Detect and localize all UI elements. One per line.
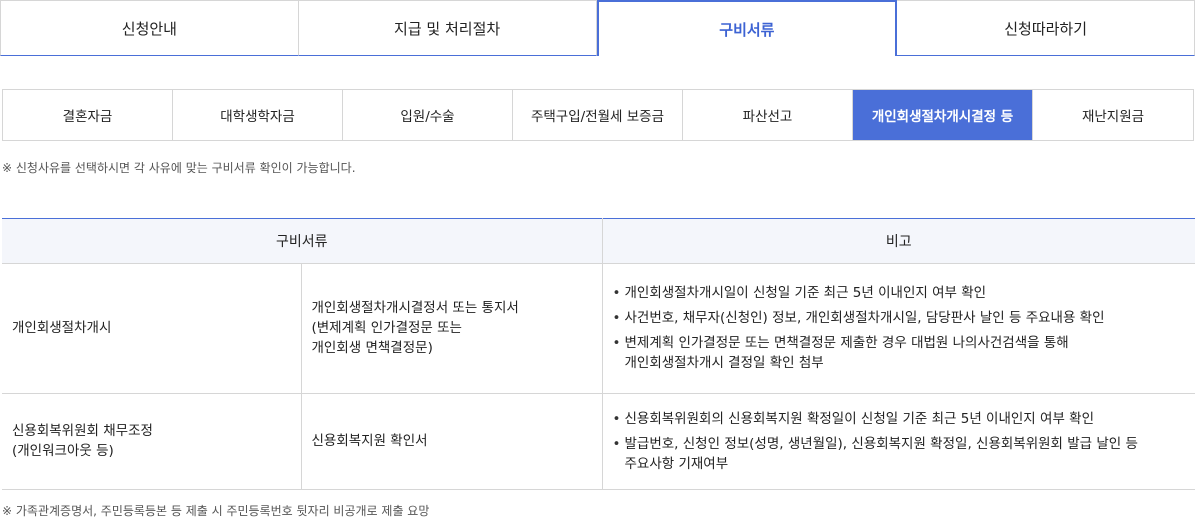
tab-application-guide[interactable]: 신청안내 (0, 0, 299, 56)
note-item: 변제계획 인가결정문 또는 면책결정문 제출한 경우 대법원 나의사건검색을 통… (613, 333, 1192, 373)
reason-tab-disaster[interactable]: 재난지원금 (1033, 90, 1193, 140)
row-document: 개인회생절차개시결정서 또는 통지서 (변제계획 인가결정문 또는 개인회생 면… (301, 263, 603, 394)
row-notes: 신용회복위원회의 신용회복지원 확정일이 신청일 기준 최근 5년 이내인지 여… (602, 393, 1195, 490)
reason-tabs: 결혼자금 대학생학자금 입원/수술 주택구입/전월세 보증금 파산선고 개인회생… (2, 89, 1194, 141)
note-item: 사건번호, 채무자(신청인) 정보, 개인회생절차개시일, 담당판사 날인 등 … (613, 308, 1192, 328)
tab-payment-procedure[interactable]: 지급 및 처리절차 (298, 0, 597, 56)
reason-tab-marriage[interactable]: 결혼자금 (3, 90, 173, 140)
reason-tab-rehabilitation[interactable]: 개인회생절차개시결정 등 (853, 90, 1033, 140)
main-tabs: 신청안내 지급 및 처리절차 구비서류 신청따라하기 (0, 0, 1195, 56)
reason-tab-hospital[interactable]: 입원/수술 (343, 90, 513, 140)
footnote-text: ※ 가족관계증명서, 주민등록등본 등 제출 시 주민등록번호 뒷자리 비공개로… (2, 504, 430, 518)
header-documents: 구비서류 (2, 218, 603, 264)
row-document: 신용회복지원 확인서 (301, 393, 603, 490)
table-row: 신용회복위원회 채무조정 (개인워크아웃 등) 신용회복지원 확인서 신용회복위… (2, 393, 1195, 490)
reason-tab-tuition[interactable]: 대학생학자금 (173, 90, 343, 140)
documents-table-body: 개인회생절차개시 개인회생절차개시결정서 또는 통지서 (변제계획 인가결정문 … (2, 263, 1195, 490)
row-category: 개인회생절차개시 (2, 263, 302, 394)
documents-table: 구비서류 비고 (2, 218, 1195, 264)
row-category: 신용회복위원회 채무조정 (개인워크아웃 등) (2, 393, 302, 490)
row-notes: 개인회생절차개시일이 신청일 기준 최근 5년 이내인지 여부 확인 사건번호,… (602, 263, 1195, 394)
note-item: 발급번호, 신청인 정보(성명, 생년월일), 신용회복지원 확정일, 신용회복… (613, 434, 1192, 474)
reason-tab-housing[interactable]: 주택구입/전월세 보증금 (513, 90, 683, 140)
table-header-row: 구비서류 비고 (2, 218, 1195, 264)
table-row: 개인회생절차개시 개인회생절차개시결정서 또는 통지서 (변제계획 인가결정문 … (2, 263, 1195, 394)
note-item: 신용회복위원회의 신용회복지원 확정일이 신청일 기준 최근 5년 이내인지 여… (613, 409, 1192, 429)
notice-text: ※ 신청사유를 선택하시면 각 사유에 맞는 구비서류 확인이 가능합니다. (2, 161, 356, 175)
reason-tab-bankruptcy[interactable]: 파산선고 (683, 90, 853, 140)
tab-application-walkthrough[interactable]: 신청따라하기 (897, 0, 1195, 56)
note-item: 개인회생절차개시일이 신청일 기준 최근 5년 이내인지 여부 확인 (613, 283, 1192, 303)
tab-required-documents[interactable]: 구비서류 (596, 0, 898, 56)
header-remarks: 비고 (602, 218, 1195, 264)
